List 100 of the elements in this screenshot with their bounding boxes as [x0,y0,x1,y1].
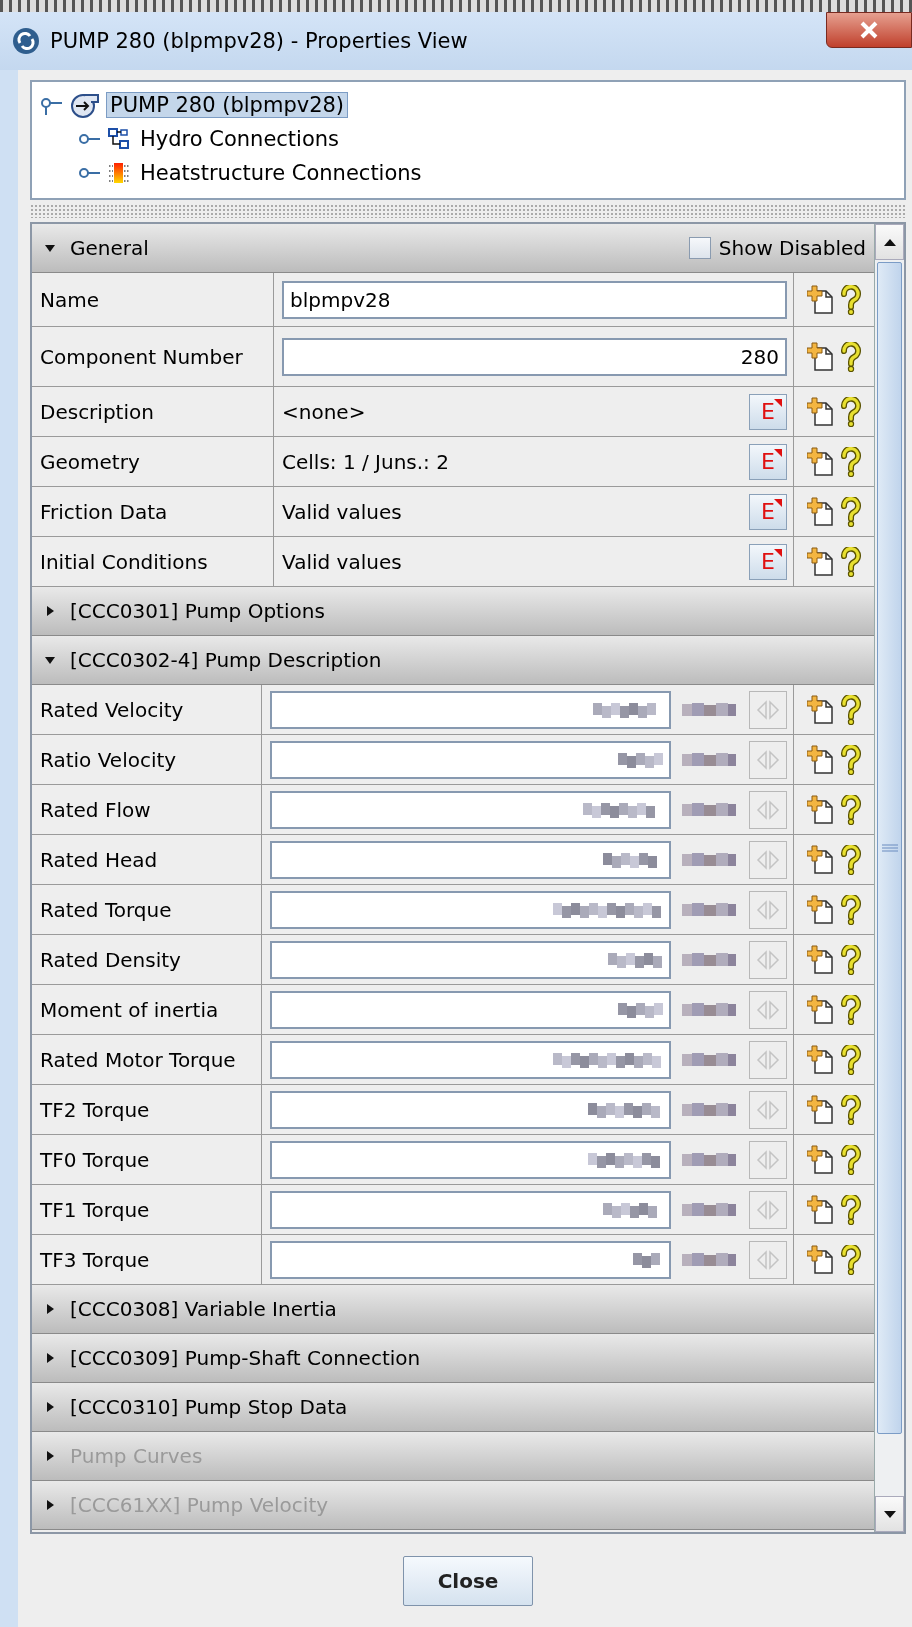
section-header[interactable]: [CCC0309] Pump-Shaft Connection [32,1334,874,1383]
expanded-triangle-icon[interactable] [44,654,56,666]
help-icon[interactable] [841,496,861,527]
window-title: PUMP 280 (blpmpv28) - Properties View [50,29,468,53]
help-icon[interactable] [841,341,861,372]
input-field[interactable] [270,1190,671,1229]
checkbox-label[interactable]: Show Disabled [718,236,866,260]
add-page-icon[interactable] [807,1244,835,1275]
left-right-arrows-icon [755,1199,781,1220]
input-field[interactable] [270,1040,671,1079]
tree-item[interactable]: PUMP 280 (blpmpv28) [106,92,349,118]
help-icon[interactable] [841,1244,861,1275]
property-label: Rated Torque [32,885,262,934]
section-header[interactable]: General Show Disabled [32,224,874,273]
add-page-icon[interactable] [807,694,835,725]
help-icon[interactable] [841,744,861,775]
property-label: Rated Head [32,835,262,884]
add-page-icon[interactable] [807,341,835,372]
property-label: Moment of inertia [32,985,262,1034]
expanded-handle-icon[interactable] [40,95,64,115]
property-value: Cells: 1 / Juns.: 2 [282,449,450,474]
help-icon[interactable] [841,1194,861,1225]
scroll-up-button[interactable] [875,224,904,260]
input-field[interactable] [270,790,671,829]
section-header[interactable]: [CCC0310] Pump Stop Data [32,1383,874,1432]
input-field[interactable] [270,990,671,1029]
help-icon[interactable] [841,396,861,427]
input-field[interactable]: blpmpv28 [282,280,787,319]
input-field[interactable] [270,840,671,879]
section-header[interactable]: [CCC0302-4] Pump Description [32,636,874,685]
add-page-icon[interactable] [807,1094,835,1125]
help-icon[interactable] [841,446,861,477]
left-right-arrows-icon [755,799,781,820]
help-icon[interactable] [841,284,861,315]
property-label: TF2 Torque [32,1085,262,1134]
blurred-unit-drawing [682,800,738,819]
left-right-arrows-icon [755,949,781,970]
property-label: Friction Data [32,487,274,536]
collapsed-triangle-icon[interactable] [44,1303,56,1315]
collapsed-triangle-icon[interactable] [44,605,56,617]
blurred-unit-drawing [682,900,738,919]
tree-item[interactable]: Hydro Connections [136,126,343,152]
add-page-icon[interactable] [807,446,835,477]
help-icon[interactable] [841,1094,861,1125]
collapsed-handle-icon[interactable] [78,167,102,179]
tree-item[interactable]: Heatstructure Connections [136,160,426,186]
close-button[interactable] [826,12,912,48]
add-page-icon[interactable] [807,396,835,427]
left-right-arrows-icon [755,1249,781,1270]
add-page-icon[interactable] [807,844,835,875]
input-field[interactable] [270,890,671,929]
help-icon[interactable] [841,894,861,925]
scroll-down-button[interactable] [875,1496,904,1532]
help-icon[interactable] [841,794,861,825]
help-icon[interactable] [841,944,861,975]
add-page-icon[interactable] [807,1144,835,1175]
input-field[interactable] [270,1140,671,1179]
left-right-arrows-icon [755,699,781,720]
input-field[interactable] [270,740,671,779]
help-icon[interactable] [841,1044,861,1075]
expanded-triangle-icon[interactable] [44,242,56,254]
property-label: Ratio Velocity [32,735,262,784]
add-page-icon[interactable] [807,1044,835,1075]
blurred-unit-drawing [682,1150,738,1169]
help-icon[interactable] [841,546,861,577]
add-page-icon[interactable] [807,744,835,775]
blurred-unit-drawing [682,850,738,869]
input-field[interactable] [270,1240,671,1279]
help-icon[interactable] [841,844,861,875]
edit-button[interactable]: E [749,443,787,480]
add-page-icon[interactable] [807,794,835,825]
help-icon[interactable] [841,1144,861,1175]
collapsed-handle-icon[interactable] [78,133,102,145]
section-header[interactable]: [CCC0301] Pump Options [32,587,874,636]
property-label: Rated Density [32,935,262,984]
collapsed-triangle-icon[interactable] [44,1352,56,1364]
edit-button[interactable]: E [749,543,787,580]
section-header[interactable]: [CCC0308] Variable Inertia [32,1285,874,1334]
input-field[interactable]: 280 [282,337,787,376]
add-page-icon[interactable] [807,284,835,315]
checkbox[interactable] [688,237,711,259]
add-page-icon[interactable] [807,994,835,1025]
input-field[interactable] [270,1090,671,1129]
add-page-icon[interactable] [807,546,835,577]
collapsed-triangle-icon[interactable] [44,1401,56,1413]
add-page-icon[interactable] [807,944,835,975]
add-page-icon[interactable] [807,1194,835,1225]
property-label: Name [32,273,274,326]
help-icon[interactable] [841,994,861,1025]
close-dialog-button[interactable]: Close [403,1556,533,1606]
help-icon[interactable] [841,694,861,725]
property-label: Component Number [32,327,274,386]
add-page-icon[interactable] [807,894,835,925]
add-page-icon[interactable] [807,496,835,527]
input-field[interactable] [270,690,671,729]
property-label: Rated Motor Torque [32,1035,262,1084]
edit-button[interactable]: E [749,393,787,430]
left-right-arrows-icon [755,749,781,770]
edit-button[interactable]: E [749,493,787,530]
input-field[interactable] [270,940,671,979]
